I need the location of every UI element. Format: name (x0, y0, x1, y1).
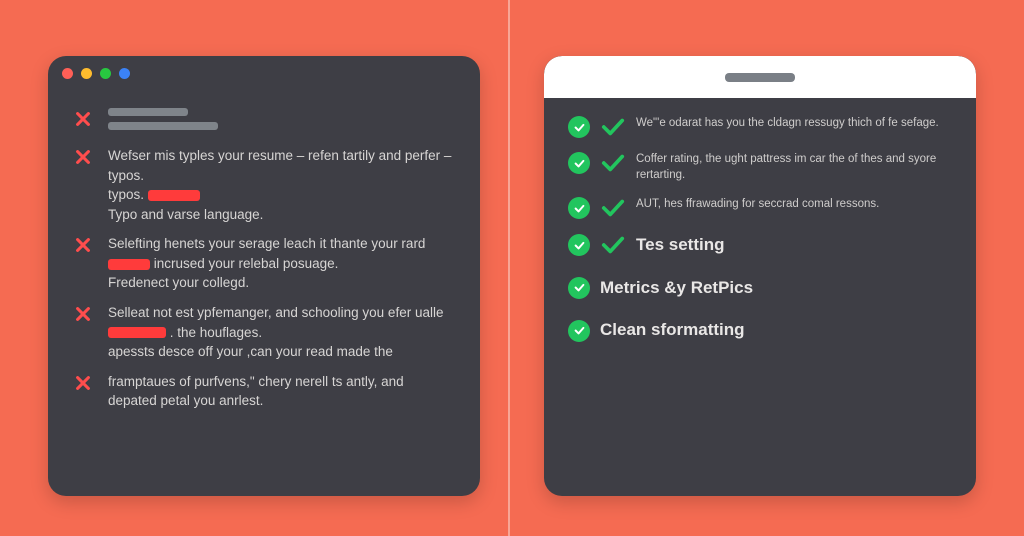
redacted-block (108, 259, 150, 270)
cross-icon (74, 148, 92, 166)
redacted-block (108, 327, 166, 338)
redacted-block (148, 190, 200, 201)
error-item: Selleat not est ypfemanger, and schoolin… (72, 303, 452, 362)
vertical-divider (508, 0, 510, 536)
feature-item: Clean sformatting (568, 318, 948, 343)
skeleton-line (108, 108, 188, 116)
check-badge-icon (568, 197, 590, 219)
check-icon (600, 197, 626, 219)
feature-label: Tes setting (636, 233, 948, 258)
error-text: Wefser mis typles your resume – refen ta… (108, 146, 452, 224)
cross-icon (74, 374, 92, 392)
error-item: Selefting henets your serage leach it th… (72, 234, 452, 293)
close-dot[interactable] (62, 68, 73, 79)
window-titlebar (48, 56, 480, 90)
benefit-text: Coffer rating, the ught pattress im car … (636, 152, 948, 183)
maximize-dot[interactable] (100, 68, 111, 79)
tab-pill (725, 73, 795, 82)
benefit-item: We"'e odarat has you the cldagn ressugy … (568, 116, 948, 138)
feature-label: Clean sformatting (600, 318, 948, 343)
check-badge-icon (568, 320, 590, 342)
error-text: Selleat not est ypfemanger, and schoolin… (108, 303, 452, 362)
minimize-dot[interactable] (81, 68, 92, 79)
error-item: framptaues of purfvens," chery nerell ts… (72, 372, 452, 411)
feature-item: Metrics &y RetPics (568, 276, 948, 301)
cross-icon (74, 236, 92, 254)
check-icon (600, 152, 626, 174)
check-badge-icon (568, 234, 590, 256)
benefit-item: AUT, hes ffrawading for seccrad comal re… (568, 197, 948, 219)
cross-icon (74, 110, 92, 128)
check-badge-icon (568, 152, 590, 174)
check-badge-icon (568, 277, 590, 299)
check-icon (600, 234, 626, 256)
browser-tabbar (544, 56, 976, 98)
feature-item: Tes setting (568, 233, 948, 258)
error-item: Wefser mis typles your resume – refen ta… (72, 146, 452, 224)
benefit-text: AUT, hes ffrawading for seccrad comal re… (636, 197, 948, 213)
good-example-body: We"'e odarat has you the cldagn ressugy … (544, 98, 976, 496)
benefit-text: We"'e odarat has you the cldagn ressugy … (636, 116, 948, 132)
extra-dot (119, 68, 130, 79)
good-example-window: We"'e odarat has you the cldagn ressugy … (544, 56, 976, 496)
bad-example-body: Wefser mis typles your resume – refen ta… (48, 90, 480, 496)
feature-label: Metrics &y RetPics (600, 276, 948, 301)
error-text: framptaues of purfvens," chery nerell ts… (108, 372, 452, 411)
skeleton-line (108, 122, 218, 130)
bad-example-window: Wefser mis typles your resume – refen ta… (48, 56, 480, 496)
error-text: Selefting henets your serage leach it th… (108, 234, 452, 293)
check-badge-icon (568, 116, 590, 138)
cross-icon (74, 305, 92, 323)
benefit-item: Coffer rating, the ught pattress im car … (568, 152, 948, 183)
check-icon (600, 116, 626, 138)
